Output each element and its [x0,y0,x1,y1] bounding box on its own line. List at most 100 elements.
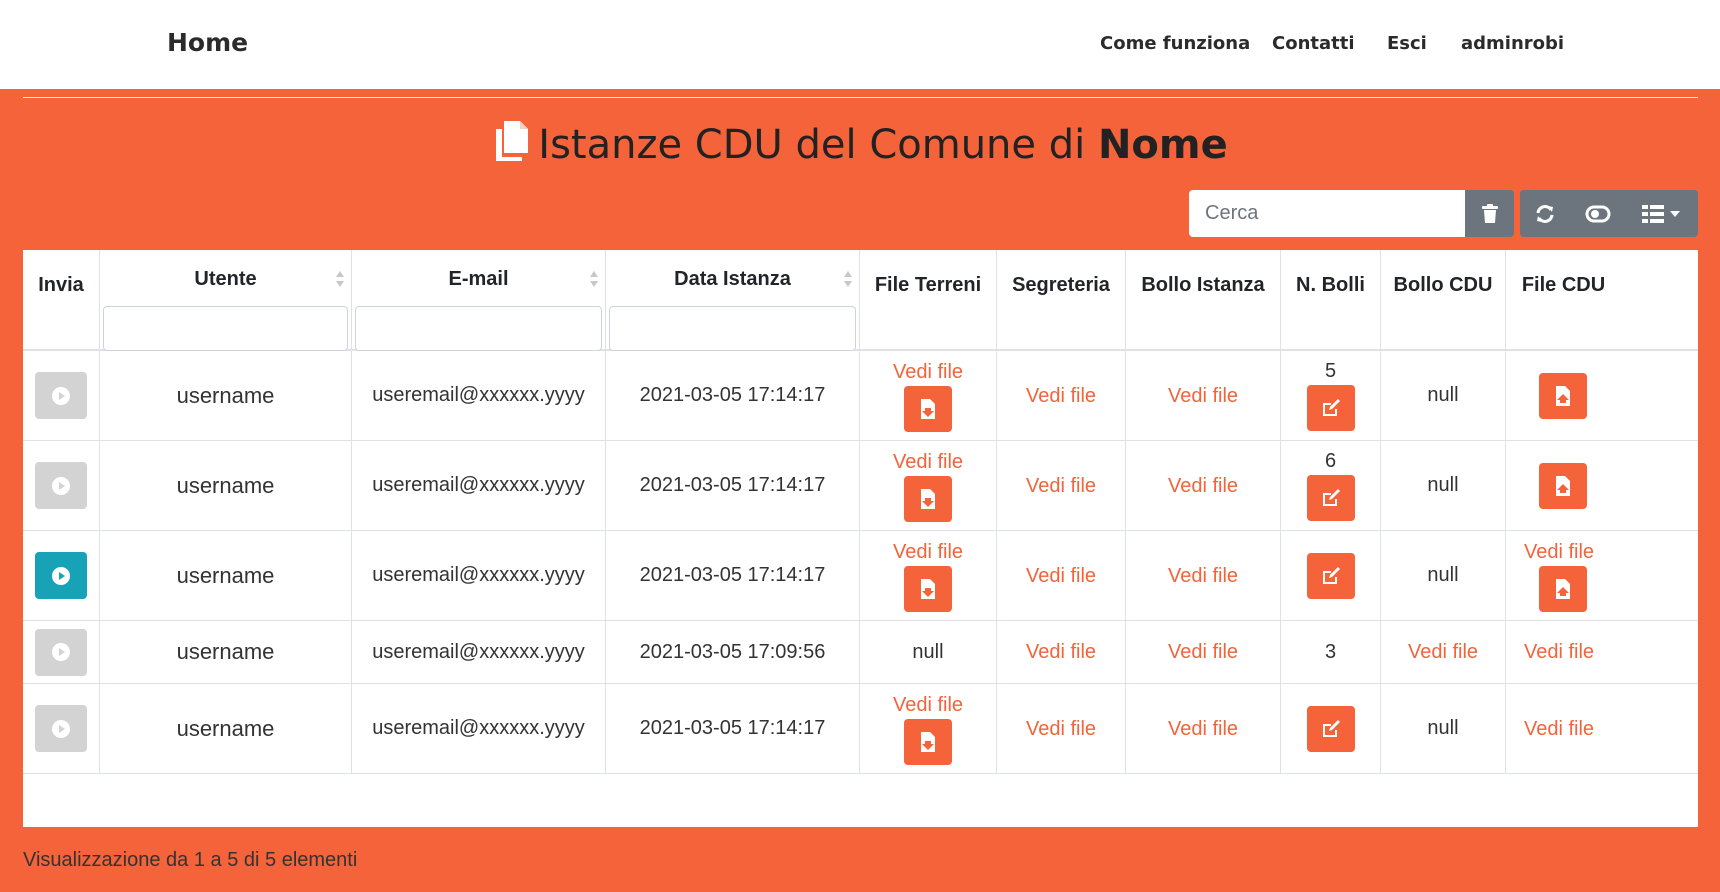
vedi-file-link[interactable]: Vedi file [1026,564,1096,588]
vedi-file-link[interactable]: Vedi file [893,360,963,384]
clear-search-button[interactable] [1465,190,1514,237]
vedi-file-link[interactable]: Vedi file [1524,540,1594,564]
columns-icon [1642,204,1664,223]
upload-button[interactable] [1539,462,1587,509]
col-header-label: File CDU [1521,274,1606,296]
col-header-invia: Invia [23,250,100,351]
cell-file-terreni: Vedi file [860,531,997,621]
invia-button[interactable] [35,552,87,599]
nav-link-come-funziona[interactable]: Come funziona [1100,33,1250,54]
edit-button[interactable] [1306,475,1355,521]
sort-icon [844,271,852,287]
refresh-icon [1536,204,1554,223]
search-input[interactable] [1189,190,1465,237]
play-circle-icon [52,476,70,495]
upload-button[interactable] [1539,565,1587,612]
pagination-info: Visualizzazione da 1 a 5 di 5 elementi [23,849,358,871]
cell-utente: username [100,684,352,774]
edit-icon [1322,399,1340,416]
col-header-data-istanza[interactable]: Data Istanza [606,250,860,351]
vedi-file-link[interactable]: Vedi file [893,540,963,564]
invia-button[interactable] [35,628,87,676]
cell-n-bolli [1281,684,1381,774]
col-header-label: Bollo Istanza [1141,274,1265,296]
file-download-icon [921,398,935,419]
file-upload-icon [1556,475,1570,496]
edit-button[interactable] [1306,552,1355,599]
filter-input-data[interactable] [609,306,856,351]
vedi-file-link[interactable]: Vedi file [1026,717,1096,741]
col-header-utente[interactable]: Utente [100,250,352,351]
col-header-label: Segreteria [1012,274,1110,296]
edit-icon [1322,566,1340,584]
cell-n-bolli [1281,531,1381,621]
download-button[interactable] [904,385,952,432]
nav-link-contatti[interactable]: Contatti [1272,33,1355,54]
download-button[interactable] [904,565,952,612]
upload-button[interactable] [1539,372,1587,419]
vedi-file-link[interactable]: Vedi file [1168,717,1238,741]
play-circle-icon [52,643,70,661]
cell-file-terreni: Vedi file [860,351,997,441]
toggle-view-button[interactable] [1570,190,1625,237]
col-header-email[interactable]: E-mail [352,250,606,351]
play-circle-icon [52,566,70,585]
vedi-file-link[interactable]: Vedi file [1168,384,1238,408]
page-title-comune: Nome [1097,122,1228,168]
cell-n-bolli: 5 [1281,351,1381,441]
download-button[interactable] [904,475,952,522]
invia-button[interactable] [35,462,87,509]
columns-dropdown-button[interactable] [1625,190,1698,237]
edit-button[interactable] [1306,705,1355,752]
vedi-file-link[interactable]: Vedi file [1168,640,1238,664]
cell-email: useremail@xxxxxx.yyyy [352,684,606,774]
download-button[interactable] [904,718,952,765]
cell-n-bolli: 3 [1281,621,1381,684]
vedi-file-link[interactable]: Vedi file [1026,474,1096,498]
filter-input-email[interactable] [355,306,602,351]
cell-file-terreni: Vedi file [860,441,997,531]
edit-button[interactable] [1306,385,1355,431]
nav-brand-home[interactable]: Home [167,28,248,57]
cell-file-terreni: Vedi file [860,684,997,774]
cell-email: useremail@xxxxxx.yyyy [352,351,606,441]
vedi-file-link[interactable]: Vedi file [893,450,963,474]
col-header-file-terreni: File Terreni [860,250,997,351]
vedi-file-link[interactable]: Vedi file [1524,640,1594,664]
file-upload-icon [1556,385,1570,406]
main-content: Istanze CDU del Comune di Nome Cerca Inv… [0,89,1720,892]
cell-file-cdu [1506,351,1698,441]
col-header-n-bolli: N. Bolli [1281,250,1381,351]
col-header-bollo-istanza: Bollo Istanza [1126,250,1281,351]
vedi-file-link[interactable]: Vedi file [893,693,963,717]
cell-email: useremail@xxxxxx.yyyy [352,441,606,531]
cell-data: 2021-03-05 17:14:17 [606,441,860,531]
col-header-file-cdu: File CDU [1506,250,1698,351]
nav-link-esci[interactable]: Esci [1387,33,1427,54]
invia-button[interactable] [35,705,87,752]
n-bolli-value: 6 [1324,450,1337,472]
vedi-file-link[interactable]: Vedi file [1026,640,1096,664]
edit-icon [1322,489,1340,506]
page-title: Istanze CDU del Comune di Nome [0,119,1720,168]
filter-input-utente[interactable] [103,306,348,351]
cell-data: 2021-03-05 17:14:17 [606,531,860,621]
refresh-button[interactable] [1520,190,1570,237]
file-upload-icon [1556,578,1570,599]
col-header-label: Bollo CDU [1393,274,1493,296]
file-download-icon [921,488,935,509]
cell-utente: username [100,351,352,441]
vedi-file-link[interactable]: Vedi file [1168,474,1238,498]
play-circle-icon [52,386,70,405]
cell-file-cdu [1506,441,1698,531]
toggle-icon [1585,205,1610,222]
vedi-file-link[interactable]: Vedi file [1168,564,1238,588]
file-download-icon [921,731,935,752]
vedi-file-link[interactable]: Vedi file [1408,640,1478,664]
invia-button[interactable] [35,372,87,419]
vedi-file-link[interactable]: Vedi file [1524,717,1594,741]
nav-link-user[interactable]: adminrobi [1461,33,1564,54]
vedi-file-link[interactable]: Vedi file [1026,384,1096,408]
cell-data: 2021-03-05 17:14:17 [606,351,860,441]
cell-data: 2021-03-05 17:14:17 [606,684,860,774]
